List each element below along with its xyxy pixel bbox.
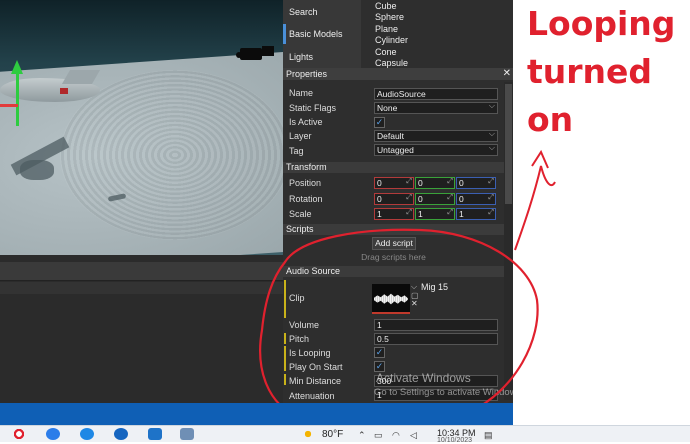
attenuation-label: Attenuation (289, 391, 335, 401)
rotation-z-field[interactable]: 0 (456, 193, 496, 205)
model-item[interactable]: Cylinder (375, 35, 408, 46)
model-list: Cube Sphere Plane Cylinder Cone Capsule (375, 1, 408, 69)
chevron-up-icon[interactable]: ⌃ (358, 430, 366, 441)
toolbox-basic-models[interactable]: Basic Models (283, 23, 361, 45)
play-on-start-label: Play On Start (289, 362, 343, 372)
annotation-line: on (527, 100, 574, 139)
windows-taskbar (0, 425, 690, 442)
volume-label: Volume (289, 320, 320, 330)
properties-scrollbar[interactable] (504, 82, 513, 400)
toolbox-categories: Search Basic Models Lights (283, 0, 361, 68)
content-subbar (0, 282, 283, 294)
activate-windows-subtitle: Go to Settings to activate Windows. (374, 387, 524, 398)
scale-label: Scale (289, 209, 312, 219)
network-icon[interactable]: ▭ (374, 430, 383, 441)
position-y-field[interactable]: 0 (415, 177, 455, 189)
editor-side-panel: Search Basic Models Lights Cube Sphere P… (283, 0, 513, 403)
clip-modified-marker (284, 280, 286, 318)
content-toolbar (0, 262, 283, 281)
audio-source-header[interactable]: Audio Source (283, 266, 504, 277)
edge-icon[interactable] (46, 428, 60, 440)
camera-icon[interactable] (240, 48, 262, 60)
name-field[interactable]: AudioSource (374, 88, 498, 100)
rotation-y-field[interactable]: 0 (415, 193, 455, 205)
looping-modified-marker (284, 346, 286, 371)
model-item[interactable]: Plane (375, 24, 408, 35)
notification-icon[interactable]: ▤ (484, 430, 493, 441)
min-distance-modified-marker (284, 374, 286, 385)
clear-icon[interactable]: ✕ (411, 299, 418, 308)
pitch-field[interactable]: 0.5 (374, 333, 498, 345)
waveform-baseline (372, 312, 410, 314)
add-script-button[interactable]: Add script (372, 237, 416, 250)
properties-title: Properties (286, 69, 328, 79)
toolbox-lights[interactable]: Lights (283, 46, 361, 68)
tag-dropdown[interactable]: Untagged (374, 144, 498, 156)
camera-top-icon (262, 46, 274, 56)
drag-scripts-hint: Drag scripts here (361, 252, 426, 262)
min-distance-label: Min Distance (289, 376, 342, 386)
app-icon[interactable] (80, 428, 94, 440)
position-label: Position (289, 178, 322, 188)
scale-x-field[interactable]: 1 (374, 208, 414, 220)
app-icon-active[interactable] (114, 428, 128, 440)
scripts-header[interactable]: Scripts (283, 224, 504, 235)
model-item[interactable]: Cube (375, 1, 408, 12)
gizmo-y-axis[interactable] (16, 72, 19, 126)
clip-label: Clip (289, 293, 305, 303)
rotation-label: Rotation (289, 194, 323, 204)
rotation-x-field[interactable]: 0 (374, 193, 414, 205)
annotation-line: Looping (527, 4, 676, 43)
pitch-modified-marker (284, 333, 286, 344)
gizmo-x-axis[interactable] (0, 104, 18, 107)
wifi-icon[interactable]: ◠ (392, 430, 400, 441)
volume-icon[interactable]: ◁ (410, 430, 417, 441)
waveform-icon (374, 293, 408, 305)
activate-windows-title: Activate Windows (376, 371, 471, 385)
is-active-checkbox[interactable]: ✓ (374, 117, 385, 128)
static-flags-label: Static Flags (289, 103, 337, 113)
flax-editor-icon[interactable] (180, 428, 194, 440)
pitch-label: Pitch (289, 334, 310, 344)
layer-dropdown[interactable]: Default (374, 130, 498, 142)
scrollbar-thumb[interactable] (505, 84, 512, 204)
temperature[interactable]: 80°F (322, 429, 343, 440)
layer-label: Layer (289, 131, 312, 141)
is-looping-label: Is Looping (289, 348, 331, 358)
static-flags-dropdown[interactable]: None (374, 102, 498, 114)
name-label: Name (289, 88, 314, 98)
taskbar-accent-strip (0, 403, 513, 425)
tag-label: Tag (289, 146, 304, 156)
volume-field[interactable]: 1 (374, 319, 498, 331)
audio-clip-thumbnail[interactable] (372, 284, 410, 314)
properties-header: Properties ✕ (283, 68, 513, 80)
model-item[interactable]: Cone (375, 47, 408, 58)
model-item[interactable]: Sphere (375, 12, 408, 23)
is-looping-checkbox[interactable]: ✓ (374, 347, 385, 358)
scale-z-field[interactable]: 1 (456, 208, 496, 220)
clip-name: Mig 15 (421, 282, 449, 292)
weather-sun-icon[interactable] (302, 429, 314, 439)
scale-y-field[interactable]: 1 (415, 208, 455, 220)
is-active-label: Is Active (289, 117, 323, 127)
vscode-icon[interactable] (148, 428, 162, 440)
annotation-line: turned (527, 52, 653, 91)
opera-icon[interactable] (12, 428, 26, 440)
position-x-field[interactable]: 0 (374, 177, 414, 189)
transform-header[interactable]: Transform (283, 162, 504, 173)
plane-star-marking (60, 88, 68, 94)
plane-shadow-wing (20, 160, 54, 180)
close-icon[interactable]: ✕ (503, 68, 511, 80)
position-z-field[interactable]: 0 (456, 177, 496, 189)
toolbox-search[interactable]: Search (283, 1, 361, 23)
annotation-note: Looping turned on (527, 0, 675, 144)
scene-viewport[interactable] (0, 0, 283, 255)
